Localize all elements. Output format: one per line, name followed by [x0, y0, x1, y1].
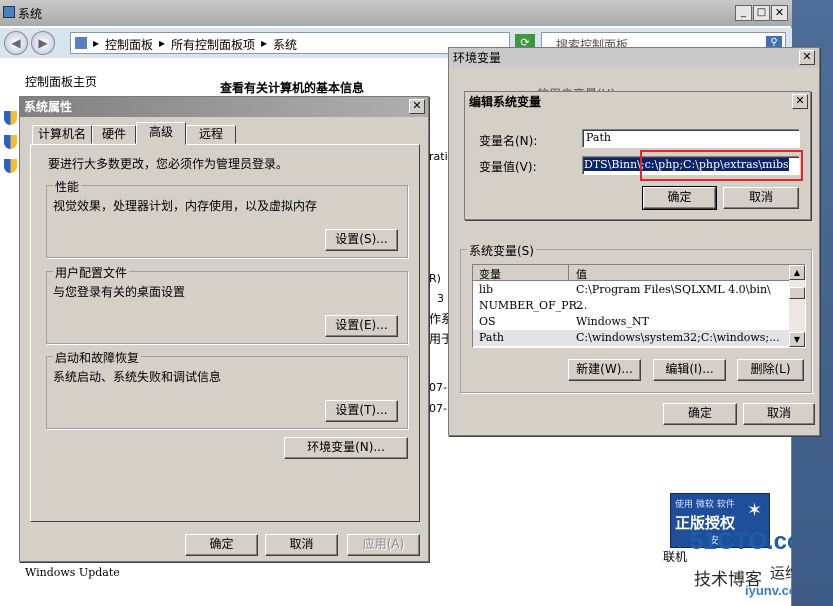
breadcrumb-control-panel[interactable]: 控制面板	[105, 36, 153, 53]
environment-variables-button[interactable]: 环境变量(N)...	[284, 437, 408, 459]
tab-label: 硬件	[101, 127, 126, 141]
dialog-title: 环境变量	[453, 51, 502, 65]
explorer-title: 系统	[18, 7, 43, 21]
delete-variable-button[interactable]: 删除(L)	[737, 359, 804, 381]
breadcrumb-system[interactable]: 系统	[273, 36, 297, 53]
tab-label: 远程	[198, 127, 223, 141]
tab-panel: 要进行大多数更改，您必须作为管理员登录。 性能 视觉效果，处理器计划，内存使用，…	[30, 144, 420, 522]
group-description: 视觉效果，处理器计划，内存使用，以及虚拟内存	[53, 199, 318, 213]
group-label: 性能	[53, 178, 82, 195]
admin-note: 要进行大多数更改，您必须作为管理员登录。	[48, 157, 289, 171]
close-button[interactable]: ✕	[409, 99, 425, 114]
breadcrumb-separator-icon: ▸	[159, 36, 166, 50]
ok-button[interactable]: 确定	[663, 403, 737, 425]
forward-button[interactable]: ▶	[31, 31, 55, 55]
variable-value: C:\windows\system32;C:\windows;...	[576, 331, 780, 344]
group-label: 启动和故障恢复	[53, 349, 142, 366]
minimize-button[interactable]: _	[735, 5, 752, 21]
control-panel-icon	[75, 37, 87, 49]
environment-variables-titlebar: 环境变量 ✕	[449, 48, 819, 68]
tab-computer-name[interactable]: 计算机名	[32, 125, 92, 144]
column-header-value[interactable]: 值	[576, 266, 587, 282]
explorer-titlebar: 系统 _ □ ✕	[0, 0, 792, 26]
tab-label: 高级	[148, 125, 173, 139]
background-text: R)	[429, 272, 441, 285]
apply-button[interactable]: 应用(A)	[347, 534, 420, 556]
system-properties-titlebar: 系统属性 ✕	[20, 97, 428, 117]
breadcrumb-all-items[interactable]: 所有控制面板项	[171, 36, 255, 53]
edit-variable-button[interactable]: 编辑(I)...	[653, 359, 726, 381]
badge-line1: 使用 微软 软件	[675, 500, 735, 510]
shield-icon	[4, 135, 17, 149]
shield-icon	[4, 111, 17, 125]
edit-variable-titlebar: 编辑系统变量 ✕	[465, 92, 810, 112]
variable-name-field[interactable]: Path	[582, 129, 800, 148]
performance-group: 性能 视觉效果，处理器计划，内存使用，以及虚拟内存 设置(S)...	[46, 178, 408, 258]
cancel-button[interactable]: 取消	[265, 534, 338, 556]
variable-name: lib	[479, 283, 494, 296]
variable-value-label: 变量值(V):	[479, 160, 537, 174]
group-label: 用户配置文件	[53, 264, 130, 281]
column-header-variable[interactable]: 变量	[479, 266, 501, 282]
cancel-button[interactable]: 取消	[723, 187, 799, 209]
variable-name: Path	[479, 331, 504, 344]
startup-recovery-group: 启动和故障恢复 系统启动、系统失败和调试信息 设置(T)...	[46, 349, 408, 429]
cancel-button[interactable]: 取消	[743, 403, 815, 425]
system-variables-group: 系统变量(S) 变量 值 lib C:\Program Files\SQLXML…	[460, 242, 812, 393]
close-button[interactable]: ✕	[771, 5, 788, 21]
scroll-up-icon[interactable]: ▲	[789, 265, 805, 280]
tab-advanced[interactable]: 高级	[136, 122, 186, 145]
vertical-scrollbar[interactable]: ▲ ▼	[789, 265, 805, 347]
shield-icon	[4, 159, 17, 173]
dialog-title: 系统属性	[24, 100, 73, 114]
close-button[interactable]: ✕	[792, 94, 808, 109]
star-icon: ✶	[747, 500, 763, 521]
user-profiles-group: 用户配置文件 与您登录有关的桌面设置 设置(E)...	[46, 264, 408, 344]
new-variable-button[interactable]: 新建(W)...	[568, 359, 641, 381]
table-row[interactable]: OS Windows_NT	[473, 314, 805, 330]
scroll-thumb[interactable]	[789, 287, 805, 299]
table-row[interactable]: NUMBER_OF_PR... 2	[473, 298, 805, 314]
background-text: 3	[437, 292, 444, 305]
system-properties-dialog: 系统属性 ✕ 计算机名 硬件 高级 远程 要进行大多数更改，您必须作为管理员登录…	[19, 96, 429, 562]
computer-icon	[3, 6, 15, 18]
breadcrumb-separator-icon: ▸	[93, 36, 100, 50]
breadcrumb-separator-icon: ▸	[261, 36, 268, 50]
address-field[interactable]: ▸ 控制面板 ▸ 所有控制面板项 ▸ 系统	[70, 32, 510, 54]
dialog-title: 编辑系统变量	[469, 95, 542, 109]
system-variables-list[interactable]: 变量 值 lib C:\Program Files\SQLXML 4.0\bin…	[472, 264, 806, 348]
page-heading: 查看有关计算机的基本信息	[220, 81, 365, 95]
table-row[interactable]: lib C:\Program Files\SQLXML 4.0\bin\	[473, 282, 805, 298]
tab-hardware[interactable]: 硬件	[92, 125, 136, 144]
scroll-down-icon[interactable]: ▼	[789, 332, 805, 347]
variable-name: OS	[479, 315, 496, 328]
variable-name: NUMBER_OF_PR...	[479, 299, 588, 312]
performance-settings-button[interactable]: 设置(S)...	[325, 229, 398, 251]
group-label: 系统变量(S)	[467, 242, 536, 259]
user-profiles-settings-button[interactable]: 设置(E)...	[325, 315, 398, 337]
maximize-button[interactable]: □	[753, 5, 770, 21]
left-nav-home-link[interactable]: 控制面板主页	[25, 73, 97, 90]
back-button[interactable]: ◀	[4, 31, 28, 55]
tab-remote[interactable]: 远程	[186, 125, 236, 144]
ok-button[interactable]: 确定	[642, 186, 717, 210]
annotation-highlight-box	[640, 150, 803, 181]
background-text: 联机	[663, 550, 688, 564]
close-button[interactable]: ✕	[799, 50, 815, 65]
table-row[interactable]: Path C:\windows\system32;C:\windows;...	[473, 330, 805, 346]
variable-value: C:\Program Files\SQLXML 4.0\bin\	[576, 283, 771, 296]
variable-name-label: 变量名(N):	[479, 134, 538, 148]
edit-system-variable-dialog: 编辑系统变量 ✕ 变量名(N): Path 变量值(V): DTS\Binn\;…	[464, 91, 811, 220]
value-selected-text: DTS\Binn\	[584, 158, 641, 171]
startup-settings-button[interactable]: 设置(T)...	[325, 400, 398, 422]
group-description: 系统启动、系统失败和调试信息	[53, 370, 222, 384]
group-description: 与您登录有关的桌面设置	[53, 285, 186, 299]
tab-label: 计算机名	[37, 127, 86, 141]
list-header: 变量 值	[473, 265, 789, 281]
ok-button[interactable]: 确定	[185, 534, 258, 556]
variable-value: 2	[576, 299, 583, 312]
variable-value: Windows_NT	[576, 315, 649, 328]
windows-update-link[interactable]: Windows Update	[25, 566, 120, 579]
